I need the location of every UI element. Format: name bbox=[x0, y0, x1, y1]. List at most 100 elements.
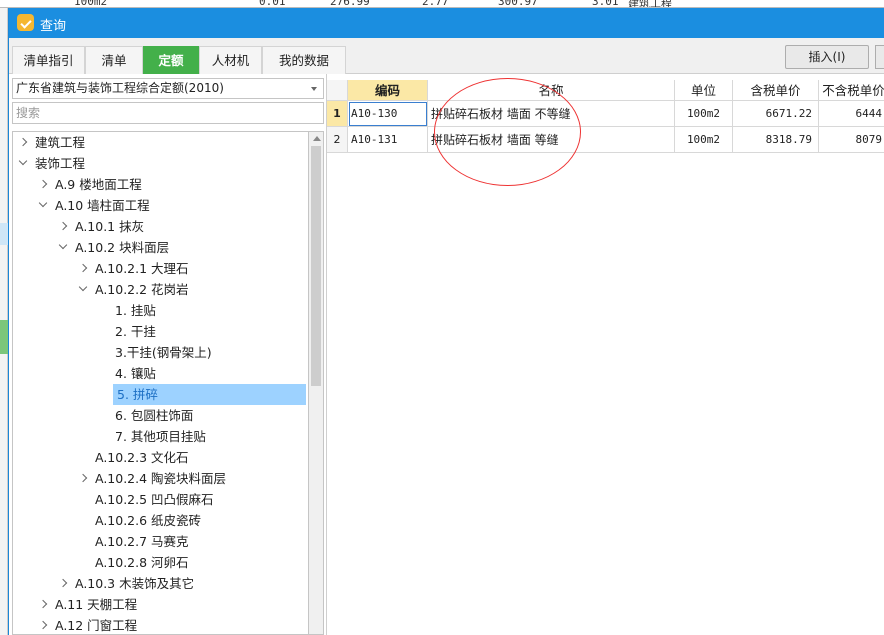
col-header-code[interactable]: 编码 bbox=[348, 80, 428, 101]
cell-name[interactable]: 拼贴碎石板材 墙面 等缝 bbox=[428, 127, 675, 153]
scroll-up-icon[interactable] bbox=[313, 136, 321, 141]
cell-price-tax[interactable]: 6671.22 bbox=[733, 101, 819, 127]
tree-node-label: A.12 门窗工程 bbox=[55, 618, 138, 633]
query-dialog: 查询 清单指引 清单 定额 人材机 我的数据 插入(I) 广东省建筑与装饰工程综… bbox=[8, 8, 884, 635]
chevron-down-icon[interactable] bbox=[58, 240, 68, 250]
tree-node[interactable]: A.9 楼地面工程 bbox=[13, 174, 306, 195]
tree-node[interactable]: A.10.2.2 花岗岩 bbox=[13, 279, 306, 300]
tree-node-label: A.10.2.4 陶瓷块料面层 bbox=[95, 471, 227, 486]
tree-node-label: 5. 拼碎 bbox=[117, 387, 158, 402]
tree-node[interactable]: 2. 干挂 bbox=[13, 321, 306, 342]
bg-text: 建筑工程 bbox=[628, 0, 672, 8]
bg-text: 100m2 bbox=[74, 0, 108, 8]
tree-node[interactable]: A.10.1 抹灰 bbox=[13, 216, 306, 237]
quota-tree: 建筑工程装饰工程 A.9 楼地面工程 A.10 墙柱面工程 A.10.1 抹灰 A.10… bbox=[12, 131, 308, 635]
tree-node[interactable]: A.10.2.8 河卵石 bbox=[13, 552, 306, 573]
chevron-down-icon[interactable] bbox=[18, 156, 28, 166]
tree-node-label: A.10.2 块料面层 bbox=[75, 240, 170, 255]
cell-name[interactable]: 拼贴碎石板材 墙面 不等缝 bbox=[428, 101, 675, 127]
tree-node[interactable]: A.10 墙柱面工程 bbox=[13, 195, 306, 216]
tree-node-label: 4. 镶贴 bbox=[115, 366, 156, 381]
tree-node[interactable]: 6. 包圆柱饰面 bbox=[13, 405, 306, 426]
tree-node[interactable]: A.10.2 块料面层 bbox=[13, 237, 306, 258]
chevron-right-icon[interactable] bbox=[78, 263, 88, 273]
chevron-down-icon[interactable] bbox=[311, 87, 317, 91]
cell-price-notax[interactable]: 8079 bbox=[819, 127, 884, 153]
tree-node-label: A.10.2.5 凹凸假麻石 bbox=[95, 492, 214, 507]
chevron-right-icon[interactable] bbox=[58, 578, 68, 588]
library-select[interactable]: 广东省建筑与装饰工程综合定额(2010) bbox=[12, 78, 324, 99]
tree-node-label: 建筑工程 bbox=[35, 135, 86, 150]
tree-node[interactable]: A.10.2.1 大理石 bbox=[13, 258, 306, 279]
tree-node[interactable]: A.12 门窗工程 bbox=[13, 615, 306, 634]
tree-node[interactable]: 装饰工程 bbox=[13, 153, 306, 174]
chevron-right-icon[interactable] bbox=[38, 179, 48, 189]
scrollbar-thumb[interactable] bbox=[311, 146, 321, 386]
tree-node-label: A.10.2.6 纸皮瓷砖 bbox=[95, 513, 202, 528]
col-header-name[interactable]: 名称 bbox=[428, 80, 675, 101]
extra-button[interactable] bbox=[875, 45, 884, 69]
chevron-right-icon[interactable] bbox=[38, 620, 48, 630]
tab-quota[interactable]: 定额 bbox=[143, 46, 199, 74]
row-number: 1 bbox=[327, 101, 348, 127]
tree-node-label: A.10.2.7 马赛克 bbox=[95, 534, 189, 549]
chevron-right-icon[interactable] bbox=[18, 137, 28, 147]
tree-node-label: A.10.2.3 文化石 bbox=[95, 450, 189, 465]
bg-text: 3.01 bbox=[592, 0, 619, 8]
quota-grid: 编码 名称 单位 含税单价 不含税单价 1 A10-130 拼贴碎石板材 墙面 不等缝 100m… bbox=[327, 74, 884, 635]
bg-text: 0.01 bbox=[259, 0, 286, 8]
cell-unit[interactable]: 100m2 bbox=[675, 127, 733, 153]
tree-node[interactable]: 1. 挂贴 bbox=[13, 300, 306, 321]
chevron-right-icon[interactable] bbox=[78, 473, 88, 483]
tab-my-data[interactable]: 我的数据 bbox=[262, 46, 346, 74]
tree-node[interactable]: A.11 天棚工程 bbox=[13, 594, 306, 615]
cell-code[interactable]: A10-131 bbox=[348, 127, 428, 153]
app-icon bbox=[17, 14, 34, 31]
tree-node[interactable]: 7. 其他项目挂贴 bbox=[13, 426, 306, 447]
tree-node[interactable]: A.10.2.6 纸皮瓷砖 bbox=[13, 510, 306, 531]
cell-price-notax[interactable]: 6444 bbox=[819, 101, 884, 127]
tab-list[interactable]: 清单 bbox=[85, 46, 143, 74]
col-header-price-tax[interactable]: 含税单价 bbox=[733, 80, 819, 101]
grid-corner bbox=[327, 80, 348, 101]
chevron-down-icon[interactable] bbox=[38, 198, 48, 208]
tree-node[interactable]: A.10.2.4 陶瓷块料面层 bbox=[13, 468, 306, 489]
tree-node-label: A.10.2.1 大理石 bbox=[95, 261, 189, 276]
col-header-unit[interactable]: 单位 bbox=[675, 80, 733, 101]
tree-node-label: A.9 楼地面工程 bbox=[55, 177, 142, 192]
tab-bar: 清单指引 清单 定额 人材机 我的数据 插入(I) bbox=[9, 38, 884, 74]
col-header-price-notax[interactable]: 不含税单价 bbox=[819, 80, 884, 101]
chevron-right-icon[interactable] bbox=[38, 599, 48, 609]
bg-text: 276.99 bbox=[330, 0, 370, 8]
tree-node-label: A.10.2.8 河卵石 bbox=[95, 555, 189, 570]
tree-scrollbar[interactable] bbox=[308, 131, 324, 635]
insert-button[interactable]: 插入(I) bbox=[785, 45, 869, 69]
left-panel: 广东省建筑与装饰工程综合定额(2010) 搜索 建筑工程装饰工程 A.9 楼地面工… bbox=[9, 74, 327, 635]
row-number: 2 bbox=[327, 127, 348, 153]
cell-unit[interactable]: 100m2 bbox=[675, 101, 733, 127]
tree-node-label: 装饰工程 bbox=[35, 156, 86, 171]
search-input[interactable]: 搜索 bbox=[12, 102, 324, 124]
tree-node[interactable]: A.10.2.5 凹凸假麻石 bbox=[13, 489, 306, 510]
title-bar[interactable]: 查询 bbox=[9, 8, 884, 38]
tree-node[interactable]: 建筑工程 bbox=[13, 132, 306, 153]
tree-node[interactable]: A.10.2.3 文化石 bbox=[13, 447, 306, 468]
background-window-strip: 100m2 0.01 276.99 2.77 300.97 3.01 建筑工程 bbox=[0, 0, 884, 8]
tree-node[interactable]: 4. 镶贴 bbox=[13, 363, 306, 384]
tree-node-label: 7. 其他项目挂贴 bbox=[115, 429, 206, 444]
chevron-right-icon[interactable] bbox=[58, 221, 68, 231]
cell-code[interactable]: A10-130 bbox=[348, 101, 428, 127]
tree-node[interactable]: 3.干挂(钢骨架上) bbox=[13, 342, 306, 363]
tree-node[interactable]: A.10.2.7 马赛克 bbox=[13, 531, 306, 552]
background-window-side bbox=[0, 8, 8, 635]
tab-list-guide[interactable]: 清单指引 bbox=[12, 46, 85, 74]
tree-node-label: A.11 天棚工程 bbox=[55, 597, 138, 612]
chevron-down-icon[interactable] bbox=[78, 282, 88, 292]
tree-node[interactable]: A.10.3 木装饰及其它 bbox=[13, 573, 306, 594]
cell-price-tax[interactable]: 8318.79 bbox=[733, 127, 819, 153]
tree-node-label: A.10.1 抹灰 bbox=[75, 219, 145, 234]
bg-text: 300.97 bbox=[498, 0, 538, 8]
tree-node[interactable]: 5. 拼碎 bbox=[113, 384, 306, 405]
tree-node-label: 1. 挂贴 bbox=[115, 303, 156, 318]
tab-labor-material[interactable]: 人材机 bbox=[199, 46, 262, 74]
